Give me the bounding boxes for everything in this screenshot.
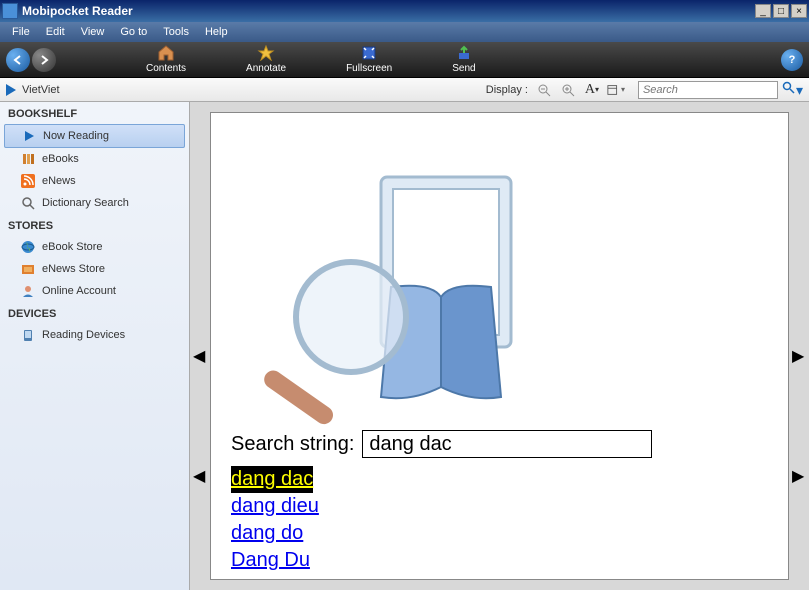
menu-help[interactable]: Help <box>197 24 236 40</box>
sidebar-item-label: Online Account <box>42 285 116 297</box>
sidebar-section-stores: STORES <box>0 214 189 236</box>
sidebar-item-label: eNews Store <box>42 263 105 275</box>
toolbar-contents[interactable]: Contents <box>146 45 186 74</box>
toolbar: Contents Annotate Fullscreen Send ? <box>0 42 809 78</box>
sidebar-item-ebook-store[interactable]: eBook Store <box>0 236 189 258</box>
play-icon[interactable] <box>6 84 16 96</box>
zoom-in-button[interactable] <box>559 81 577 99</box>
arrow-left-icon <box>12 54 24 66</box>
result-link[interactable]: dang dieu <box>231 493 319 520</box>
sidebar-item-dictionary[interactable]: Dictionary Search <box>0 192 189 214</box>
page-next-button[interactable]: ▶ <box>792 346 806 366</box>
font-letter: A <box>585 82 595 98</box>
sidebar-item-enews-store[interactable]: eNews Store <box>0 258 189 280</box>
sidebar-item-label: eBooks <box>42 153 79 165</box>
search-icon <box>20 195 36 211</box>
minimize-button[interactable]: _ <box>755 4 771 18</box>
sidebar-item-ebooks[interactable]: eBooks <box>0 148 189 170</box>
toolbar-annotate-label: Annotate <box>246 63 286 74</box>
globe-icon <box>20 239 36 255</box>
display-label: Display : <box>486 84 528 96</box>
toolbar-send-label: Send <box>452 63 475 74</box>
menu-goto[interactable]: Go to <box>112 24 155 40</box>
home-icon <box>156 45 176 61</box>
zoom-in-icon <box>561 83 575 97</box>
sidebar: BOOKSHELF Now Reading eBooks eNews Dicti… <box>0 102 190 590</box>
sidebar-item-label: eNews <box>42 175 76 187</box>
content-area: ◀ ◀ ▶ ▶ Search string: dang dac dang di <box>190 102 809 590</box>
window-title: Mobipocket Reader <box>22 4 753 18</box>
rss-icon <box>20 173 36 189</box>
menu-file[interactable]: File <box>4 24 38 40</box>
toolbar-fullscreen[interactable]: Fullscreen <box>346 45 392 74</box>
result-link[interactable]: Dang Du <box>231 547 310 574</box>
forward-button[interactable] <box>32 48 56 72</box>
search-string-label: Search string: <box>231 433 354 456</box>
star-icon <box>256 45 276 61</box>
titlebar: Mobipocket Reader _ □ × <box>0 0 809 22</box>
search-string-input[interactable] <box>362 430 652 458</box>
result-link[interactable]: dang do <box>231 520 303 547</box>
books-icon <box>20 151 36 167</box>
fullscreen-icon <box>359 45 379 61</box>
search-input[interactable] <box>638 81 778 99</box>
device-icon <box>20 327 36 343</box>
zoom-out-icon <box>537 83 551 97</box>
result-link[interactable]: dang dac <box>231 466 313 493</box>
menu-tools[interactable]: Tools <box>155 24 197 40</box>
zoom-out-button[interactable] <box>535 81 553 99</box>
toolbar-fullscreen-label: Fullscreen <box>346 63 392 74</box>
toolbar-contents-label: Contents <box>146 63 186 74</box>
app-icon <box>2 3 18 19</box>
sidebar-item-reading-devices[interactable]: Reading Devices <box>0 324 189 346</box>
book-title: VietViet <box>22 84 60 96</box>
page-content: Search string: dang dac dang dieu dang d… <box>210 112 789 580</box>
sidebar-item-label: Dictionary Search <box>42 197 129 209</box>
search-arrow-icon <box>782 81 796 95</box>
result-link[interactable]: Dang Dung <box>231 574 332 580</box>
send-icon <box>454 45 474 61</box>
arrow-right-icon <box>38 54 50 66</box>
sidebar-item-online-account[interactable]: Online Account <box>0 280 189 302</box>
toolbar-send[interactable]: Send <box>452 45 475 74</box>
background-illustration <box>241 147 561 447</box>
help-button[interactable]: ? <box>781 49 803 71</box>
account-icon <box>20 283 36 299</box>
maximize-button[interactable]: □ <box>773 4 789 18</box>
search-go-button[interactable]: ▾ <box>782 81 803 99</box>
page-next-button-2[interactable]: ▶ <box>792 466 806 486</box>
sidebar-item-label: Reading Devices <box>42 329 125 341</box>
page-prev-button[interactable]: ◀ <box>193 346 207 366</box>
sidebar-section-bookshelf: BOOKSHELF <box>0 102 189 124</box>
sidebar-section-devices: DEVICES <box>0 302 189 324</box>
play-icon <box>21 128 37 144</box>
close-button[interactable]: × <box>791 4 807 18</box>
results-list: dang dac dang dieu dang do Dang Du Dang … <box>231 466 768 580</box>
sidebar-item-enews[interactable]: eNews <box>0 170 189 192</box>
sidebar-item-label: eBook Store <box>42 241 103 253</box>
page-prev-button-2[interactable]: ◀ <box>193 466 207 486</box>
sidebar-item-now-reading[interactable]: Now Reading <box>4 124 185 148</box>
menubar: File Edit View Go to Tools Help <box>0 22 809 42</box>
toolbar-annotate[interactable]: Annotate <box>246 45 286 74</box>
menu-view[interactable]: View <box>73 24 113 40</box>
font-size-button[interactable]: A▾ <box>583 81 601 99</box>
layout-icon <box>607 84 621 96</box>
back-button[interactable] <box>6 48 30 72</box>
sidebar-item-label: Now Reading <box>43 130 109 142</box>
layout-button[interactable]: ▾ <box>607 81 625 99</box>
news-store-icon <box>20 261 36 277</box>
displaybar: VietViet Display : A▾ ▾ ▾ <box>0 78 809 102</box>
menu-edit[interactable]: Edit <box>38 24 73 40</box>
